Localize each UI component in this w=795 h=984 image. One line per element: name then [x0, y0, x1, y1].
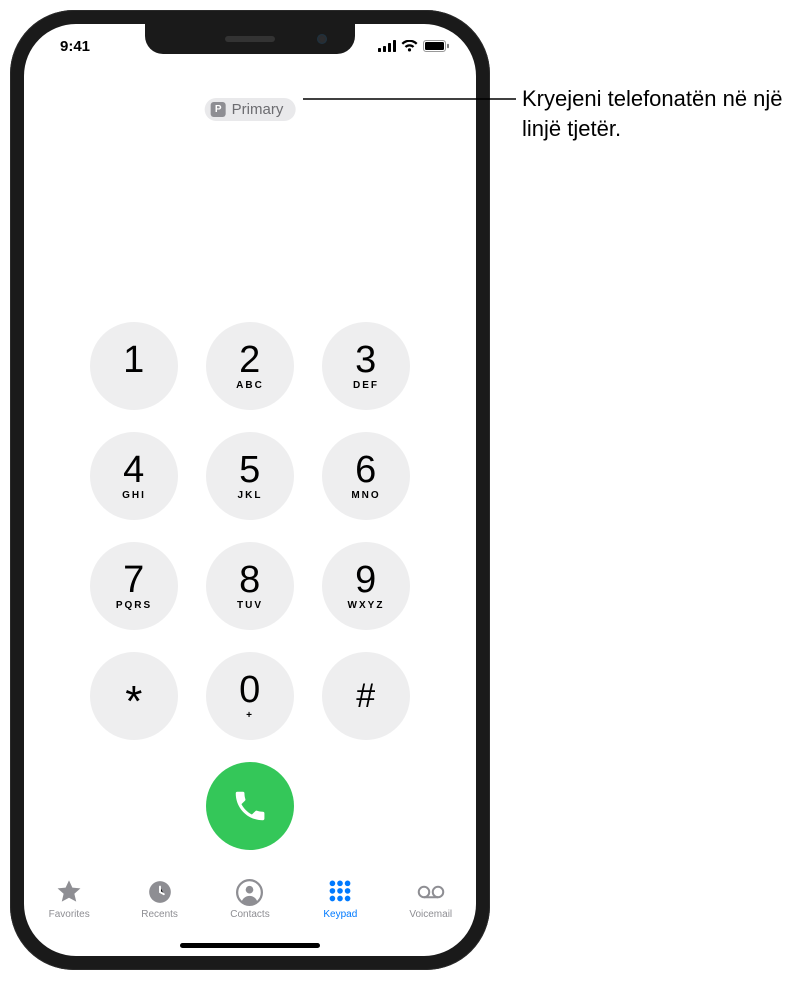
speaker-grille — [225, 36, 275, 42]
notch — [145, 24, 355, 54]
cellular-signal-icon — [378, 40, 396, 52]
status-time: 9:41 — [48, 38, 90, 55]
wifi-icon — [401, 40, 418, 52]
callout-leader-line — [0, 0, 795, 984]
status-indicators — [378, 40, 452, 52]
callout-text: Kryejeni telefonatën në një linjë tjetër… — [522, 84, 787, 143]
front-camera — [317, 34, 327, 44]
battery-icon — [423, 40, 450, 52]
